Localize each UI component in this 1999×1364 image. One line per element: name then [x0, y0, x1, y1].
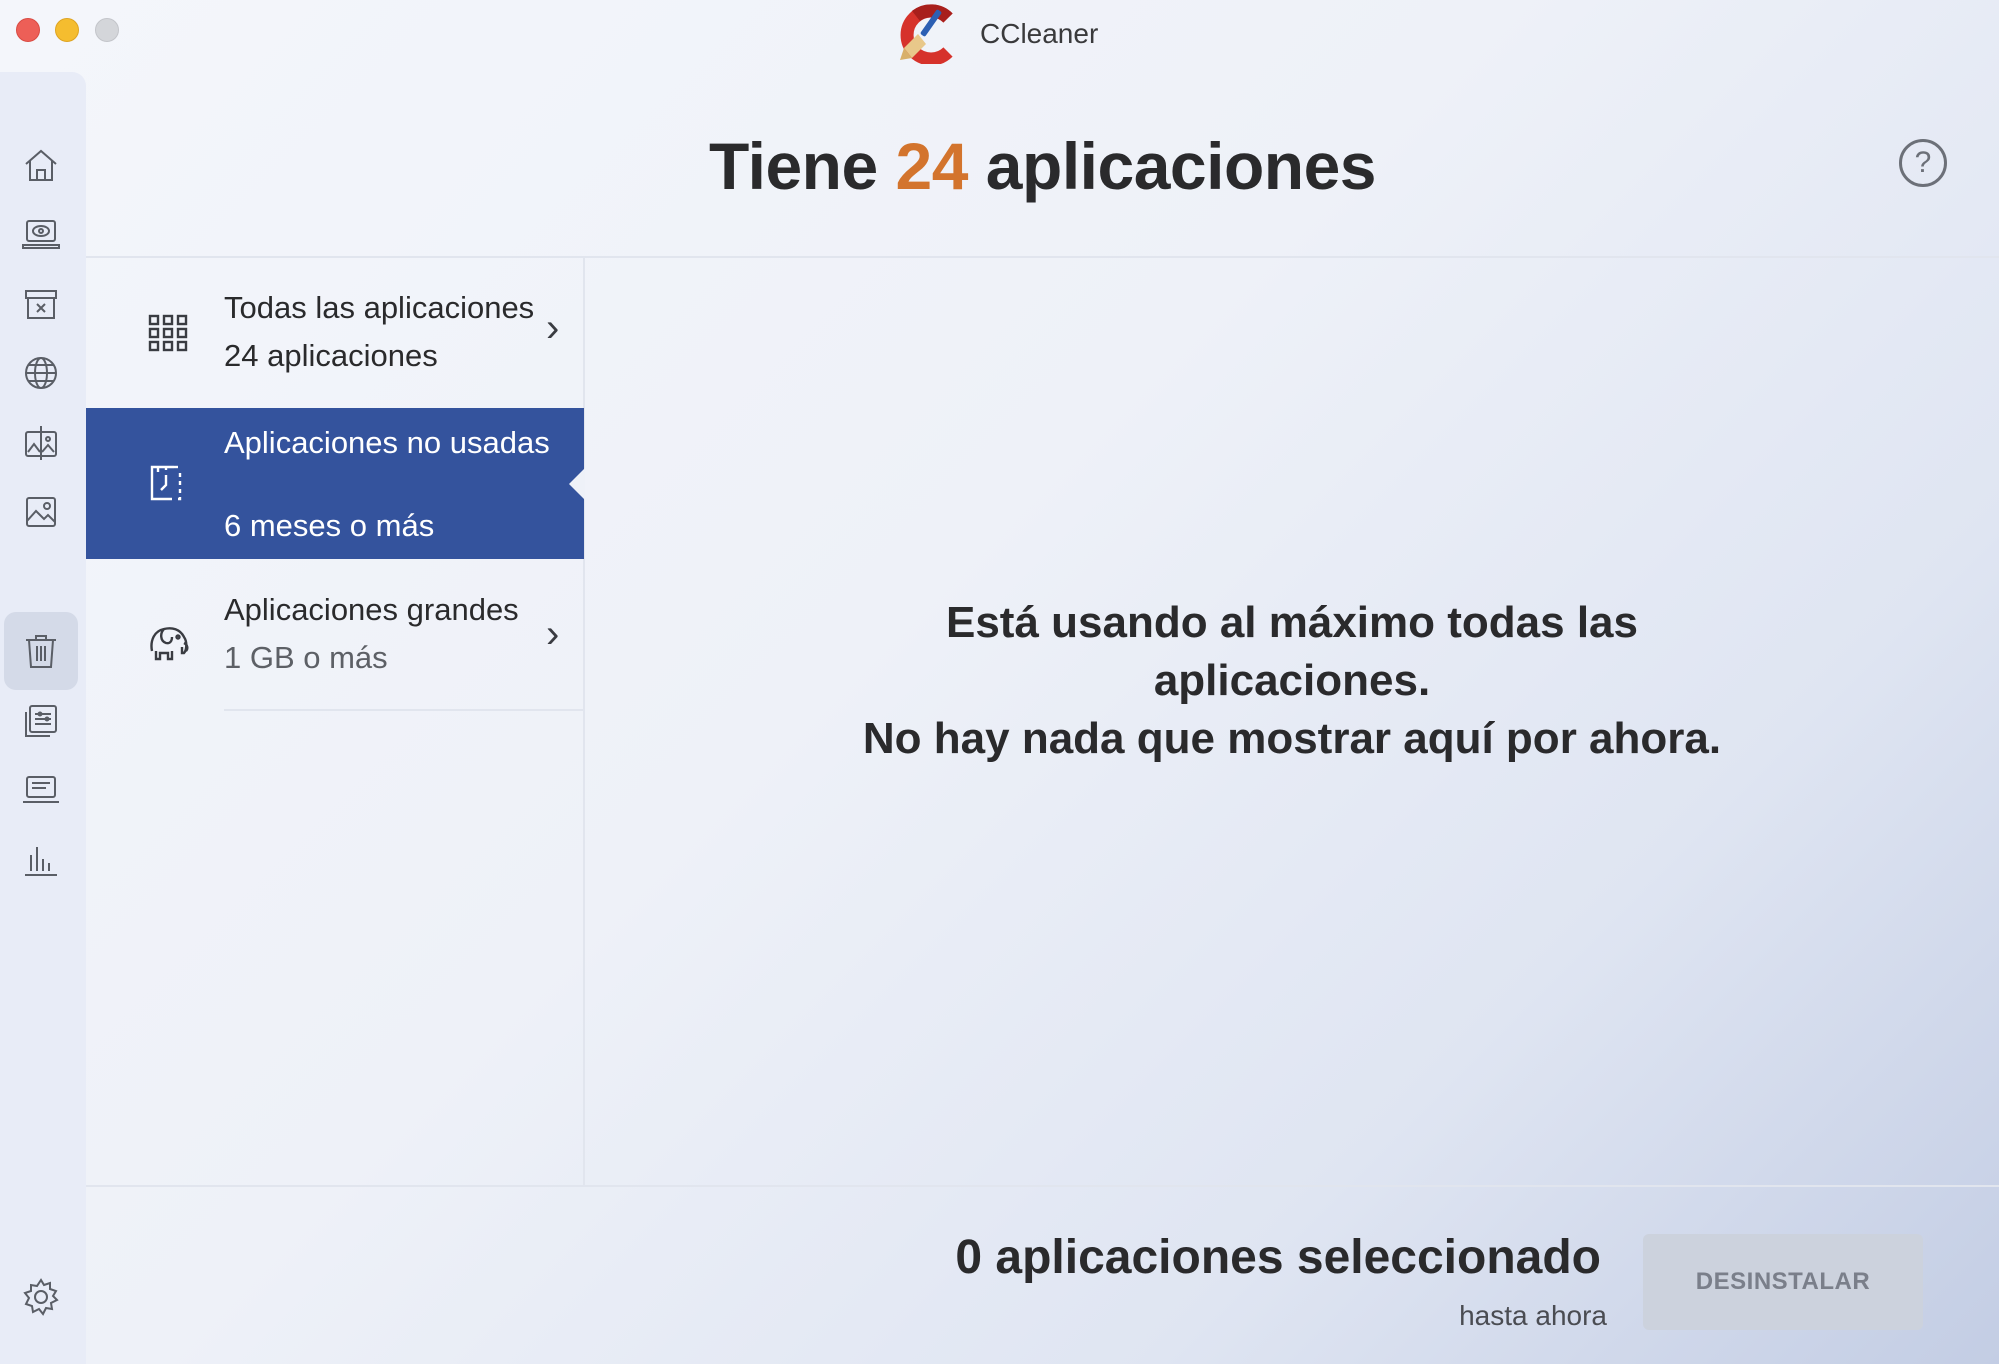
page-title: Tiene 24 aplicaciones	[86, 128, 1999, 204]
app-window: CCleaner Tiene 24 aplicaciones ? Todas l…	[0, 0, 1999, 1364]
sidebar-item-cleaner[interactable]	[4, 265, 78, 343]
category-unused-apps[interactable]: Aplicaciones no usadas 6 meses o más	[86, 408, 585, 559]
category-divider	[224, 709, 584, 711]
health-check-icon	[22, 220, 60, 249]
sidebar-item-settings[interactable]	[4, 1258, 78, 1336]
stats-icon	[25, 847, 57, 876]
sidebar	[0, 72, 86, 1364]
empty-state-line: No hay nada que mostrar aquí por ahora.	[862, 714, 1722, 763]
browser-icon	[25, 357, 57, 389]
uninstaller-icon	[26, 635, 56, 668]
selected-count: 0 aplicaciones seleccionado	[955, 1231, 1601, 1284]
sidebar-item-home[interactable]	[4, 126, 78, 204]
chevron-right-icon: ›	[546, 306, 560, 350]
minimize-window-button[interactable]	[55, 18, 79, 42]
help-button[interactable]: ?	[1899, 139, 1947, 187]
window-title: CCleaner	[980, 18, 1099, 49]
gear-icon	[23, 1278, 59, 1316]
close-window-button[interactable]	[16, 18, 40, 42]
page-title-prefix: Tiene	[709, 129, 878, 203]
category-subtitle: 24 aplicaciones	[224, 338, 438, 373]
chevron-right-icon: ›	[546, 612, 560, 656]
empty-state-line: aplicaciones.	[1153, 656, 1431, 705]
sidebar-item-optimizer[interactable]	[4, 682, 78, 760]
selection-notch	[569, 468, 585, 500]
grid-icon	[144, 308, 192, 356]
unused-apps-icon	[144, 459, 192, 507]
home-icon	[25, 149, 57, 181]
help-icon: ?	[1914, 146, 1932, 179]
sidebar-item-browser[interactable]	[4, 334, 78, 412]
category-subtitle: 1 GB o más	[224, 640, 388, 675]
cleaner-icon	[25, 290, 57, 319]
category-subtitle: 6 meses o más	[224, 508, 435, 543]
duplicate-finder-icon	[25, 426, 57, 460]
empty-state-line: Está usando al máximo todas las	[945, 598, 1638, 647]
empty-state-message: Está usando al máximo todas las aplicaci…	[585, 594, 1999, 768]
category-title: Aplicaciones grandes	[224, 592, 519, 627]
photo-icon	[26, 497, 56, 527]
sidebar-item-disk[interactable]	[4, 751, 78, 829]
app-count: 24	[895, 129, 969, 203]
selected-count-subtitle: hasta ahora	[1459, 1300, 1607, 1331]
page-title-suffix: aplicaciones	[985, 129, 1377, 203]
category-title: Todas las aplicaciones	[224, 290, 535, 325]
title-bar: CCleaner	[0, 0, 1999, 70]
elephant-icon	[144, 617, 192, 665]
sidebar-item-uninstaller[interactable]	[4, 612, 78, 690]
sidebar-item-stats[interactable]	[4, 821, 78, 899]
footer-divider	[86, 1185, 1999, 1187]
uninstall-button[interactable]: DESINSTALAR	[1643, 1234, 1923, 1330]
category-title: Aplicaciones no usadas	[224, 425, 550, 460]
sidebar-item-health-check[interactable]	[4, 195, 78, 273]
sidebar-item-photo[interactable]	[4, 473, 78, 551]
category-large-apps[interactable]: Aplicaciones grandes 1 GB o más ›	[86, 560, 584, 710]
disk-icon	[23, 776, 59, 803]
category-all-apps[interactable]: Todas las aplicaciones 24 aplicaciones ›	[86, 258, 584, 408]
optimizer-icon	[25, 705, 57, 737]
zoom-window-button[interactable]	[95, 18, 119, 42]
sidebar-item-duplicate-finder[interactable]	[4, 404, 78, 482]
ccleaner-logo-icon	[900, 4, 953, 64]
